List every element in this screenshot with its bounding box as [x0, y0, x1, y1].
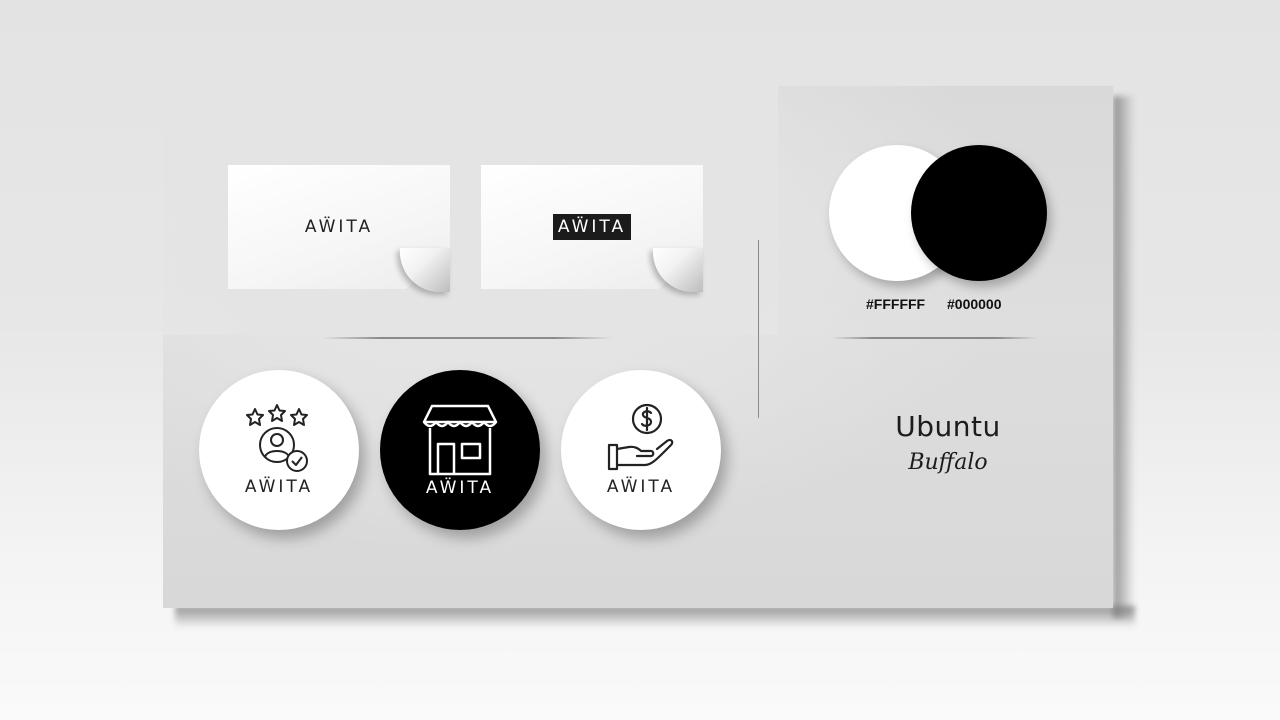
- sticker-store: AẄITA: [380, 370, 540, 530]
- card-logo-text: AẄITA: [304, 217, 374, 237]
- divider-palette: [832, 337, 1037, 339]
- sticker-payment: AẄITA: [561, 370, 721, 530]
- sticker-label: AẄITA: [425, 478, 495, 498]
- card-logo-text-inverse: AẄITA: [552, 214, 632, 240]
- divider-vertical: [758, 240, 759, 418]
- swatch-label-white: #FFFFFF: [866, 296, 926, 312]
- storefront-icon: [422, 404, 498, 476]
- swatch-label-black: #000000: [947, 296, 1002, 312]
- secondary-font-sample: Buffalo: [908, 450, 988, 475]
- brand-board: AẄITA AẄITA #FFFFFF #000000 AẄITA AẄITA …: [0, 0, 1280, 720]
- panel-shadow-right: [1113, 96, 1135, 618]
- primary-font-sample: Ubuntu: [895, 410, 1001, 443]
- panel-shadow-bottom: [175, 606, 1135, 628]
- rating-user-icon: [246, 404, 308, 472]
- swatch-black: [911, 145, 1047, 281]
- sticker-rating: AẄITA: [199, 370, 359, 530]
- sticker-label: AẄITA: [244, 477, 314, 497]
- sticker-label: AẄITA: [606, 477, 676, 497]
- divider-cards: [322, 337, 612, 339]
- money-hand-icon: [607, 403, 674, 471]
